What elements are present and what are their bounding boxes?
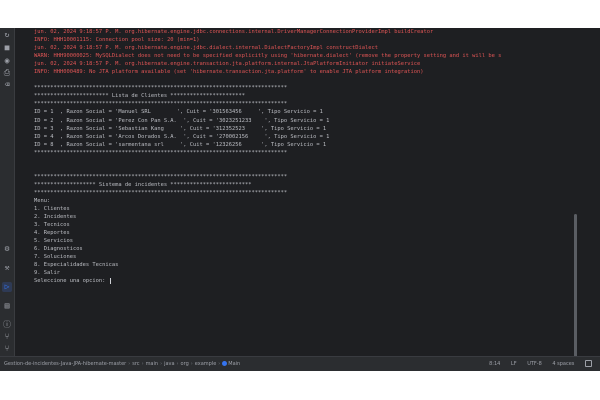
stop-icon[interactable]: ■ — [2, 43, 12, 53]
build-icon[interactable]: ⚒ — [2, 263, 12, 273]
console-output-line: 4. Reportes — [34, 230, 70, 237]
chevron-right-icon: › — [218, 361, 221, 367]
console-output-line: Menu: — [34, 197, 51, 204]
console-output-line: 9. Salir — [34, 270, 60, 277]
console-output-line: 7. Soluciones — [34, 254, 77, 261]
console-output-line: ****************************************… — [34, 85, 288, 92]
breadcrumb-item[interactable]: Main — [228, 361, 240, 367]
console-output-line: *********************** Lista de Cliente… — [34, 93, 245, 100]
chevron-right-icon: › — [160, 361, 163, 367]
chevron-right-icon: › — [176, 361, 179, 367]
console-log-line: WARN: HHH90000025: MySQLDialect does not… — [34, 53, 502, 60]
console-log-line: jun. 02, 2024 9:18:57 P. M. org.hibernat… — [34, 61, 421, 68]
console-output-line: ID = 1 , Razon Social = 'Manuel SRL ', C… — [34, 109, 323, 116]
console-output-line: ****************************************… — [34, 101, 288, 108]
console-prompt: Seleccione una opcion: — [34, 278, 109, 285]
console-output-line: ID = 8 , Razon Social = 'sarmentana srl … — [34, 141, 327, 148]
console-output-line: ****************************************… — [34, 149, 288, 156]
console-output-line: ****************************************… — [34, 189, 288, 196]
print-icon[interactable]: ⎙ — [2, 68, 12, 78]
console-output-line: ******************* Sistema de incidente… — [34, 181, 252, 188]
console-output-line: ID = 4 , Razon Social = 'Arcos Dorados S… — [34, 133, 330, 140]
console-output-line: 8. Especialidades Tecnicas — [34, 262, 119, 269]
chevron-right-icon: › — [128, 361, 131, 367]
console-output-line: ID = 2 , Razon Social = 'Perez Con Pan S… — [34, 117, 330, 124]
breadcrumb-item[interactable]: src — [132, 361, 139, 367]
file-encoding[interactable]: UTF-8 — [527, 361, 542, 367]
run-icon[interactable]: ▷ — [2, 282, 12, 292]
console-output-line: ****************************************… — [34, 173, 288, 180]
indent-setting[interactable]: 4 spaces — [552, 361, 574, 367]
run-toolbar: ↻ ■ ◉ ⎙ ⌫ ⚙ ⚒ ▷ ▤ ⓘ ⑂ ⑂ — [0, 28, 15, 356]
services-icon[interactable]: ⚙ — [2, 244, 12, 254]
terminal-icon[interactable]: ▤ — [2, 301, 12, 311]
chevron-right-icon: › — [141, 361, 144, 367]
breadcrumb-item[interactable]: main — [146, 361, 159, 367]
console-log-line: jun. 02, 2024 9:18:57 P. M. org.hibernat… — [34, 45, 379, 52]
chevron-right-icon: › — [190, 361, 193, 367]
console-output-line: 5. Servicios — [34, 238, 73, 245]
camera-icon[interactable]: ◉ — [2, 56, 12, 66]
text-caret — [109, 277, 111, 284]
console-prompt-line[interactable]: Seleccione una opcion: — [34, 277, 570, 285]
console-log-line: jun. 02, 2024 9:18:57 P. M. org.hibernat… — [34, 29, 434, 35]
problems-icon[interactable]: ⓘ — [2, 320, 12, 330]
breadcrumb: Gestion-de-incidentes-Java-JPA-hibernate… — [4, 357, 240, 371]
console-output[interactable]: jun. 02, 2024 9:18:57 P. M. org.hibernat… — [34, 28, 570, 356]
line-separator[interactable]: LF — [511, 361, 517, 367]
console-output-line: 2. Incidentes — [34, 214, 77, 221]
status-right: 8:14 LF UTF-8 4 spaces — [480, 357, 592, 371]
vcs-icon[interactable]: ⑂ — [2, 344, 12, 354]
breadcrumb-item[interactable]: example — [195, 361, 217, 367]
git-icon[interactable]: ⑂ — [2, 332, 12, 342]
console-output-line: 1. Clientes — [34, 206, 70, 213]
lock-icon[interactable] — [585, 360, 592, 367]
console-output-line: 3. Tecnicos — [34, 222, 70, 229]
console-output-line: 6. Diagnosticos — [34, 246, 83, 253]
rerun-icon[interactable]: ↻ — [2, 30, 12, 40]
class-icon — [222, 361, 228, 366]
console-log-line: INFO: HHH10001115: Connection pool size:… — [34, 37, 200, 44]
console-scrollbar[interactable] — [574, 214, 577, 370]
status-bar: Gestion-de-incidentes-Java-JPA-hibernate… — [0, 356, 600, 371]
caret-position[interactable]: 8:14 — [489, 361, 500, 367]
console-log-line: INFO: HHH000489: No JTA platform availab… — [34, 69, 424, 76]
breadcrumb-item[interactable]: Gestion-de-incidentes-Java-JPA-hibernate… — [4, 361, 126, 367]
trash-icon[interactable]: ⌫ — [2, 80, 12, 90]
breadcrumb-item[interactable]: org — [181, 361, 189, 367]
console-output-line: ID = 3 , Razon Social = 'Sebastian Kang … — [34, 125, 327, 132]
run-tool-window: ↻ ■ ◉ ⎙ ⌫ ⚙ ⚒ ▷ ▤ ⓘ ⑂ ⑂ jun. 02, 2024 9:… — [0, 28, 600, 371]
breadcrumb-item[interactable]: java — [164, 361, 174, 367]
